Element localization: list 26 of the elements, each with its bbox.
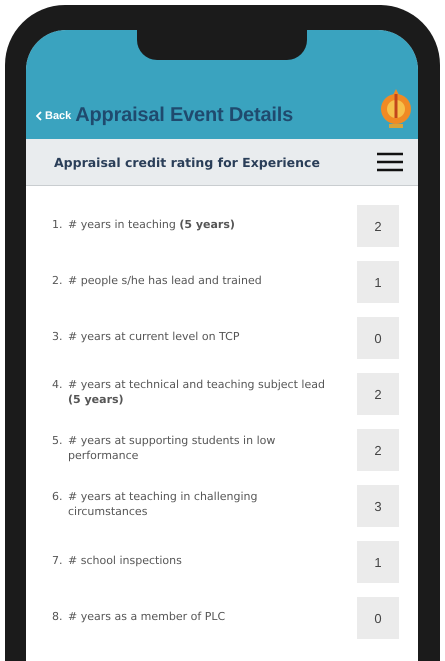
rating-value-field[interactable]: 1 <box>357 541 399 583</box>
section-title: Appraisal credit rating for Experience <box>54 154 320 170</box>
item-number: 1. <box>52 216 64 232</box>
item-label: # school inspections <box>68 552 182 568</box>
item-label: # years at supporting students in low performance <box>68 433 276 463</box>
rating-value-field[interactable]: 0 <box>357 597 399 639</box>
item-label: # years in teaching (5 years) <box>68 216 235 232</box>
item-number: 8. <box>52 608 64 624</box>
rating-value-field[interactable]: 2 <box>357 373 399 415</box>
rating-value-field[interactable]: 2 <box>357 205 399 247</box>
page-title: Appraisal Event Details <box>75 104 294 127</box>
item-number: 7. <box>52 552 64 568</box>
rating-value-field[interactable]: 2 <box>357 429 399 471</box>
item-label: # people s/he has lead and trained <box>68 272 262 288</box>
rating-value-field[interactable]: 1 <box>357 261 399 303</box>
rating-value-field[interactable]: 0 <box>357 317 399 359</box>
item-number: 4. <box>52 377 64 393</box>
item-label: # years at technical and teaching subject lead (5 years) <box>68 377 326 407</box>
item-number: 5. <box>52 433 64 449</box>
item-label: # years at teaching in challenging circumstances <box>68 489 259 519</box>
item-number: 6. <box>52 489 64 505</box>
item-label: # years at current level on TCP <box>68 328 240 344</box>
item-number: 3. <box>52 328 64 344</box>
rating-value-field[interactable]: 3 <box>357 485 399 527</box>
item-label: # years as a member of PLC <box>68 608 226 624</box>
item-number: 2. <box>52 272 64 288</box>
